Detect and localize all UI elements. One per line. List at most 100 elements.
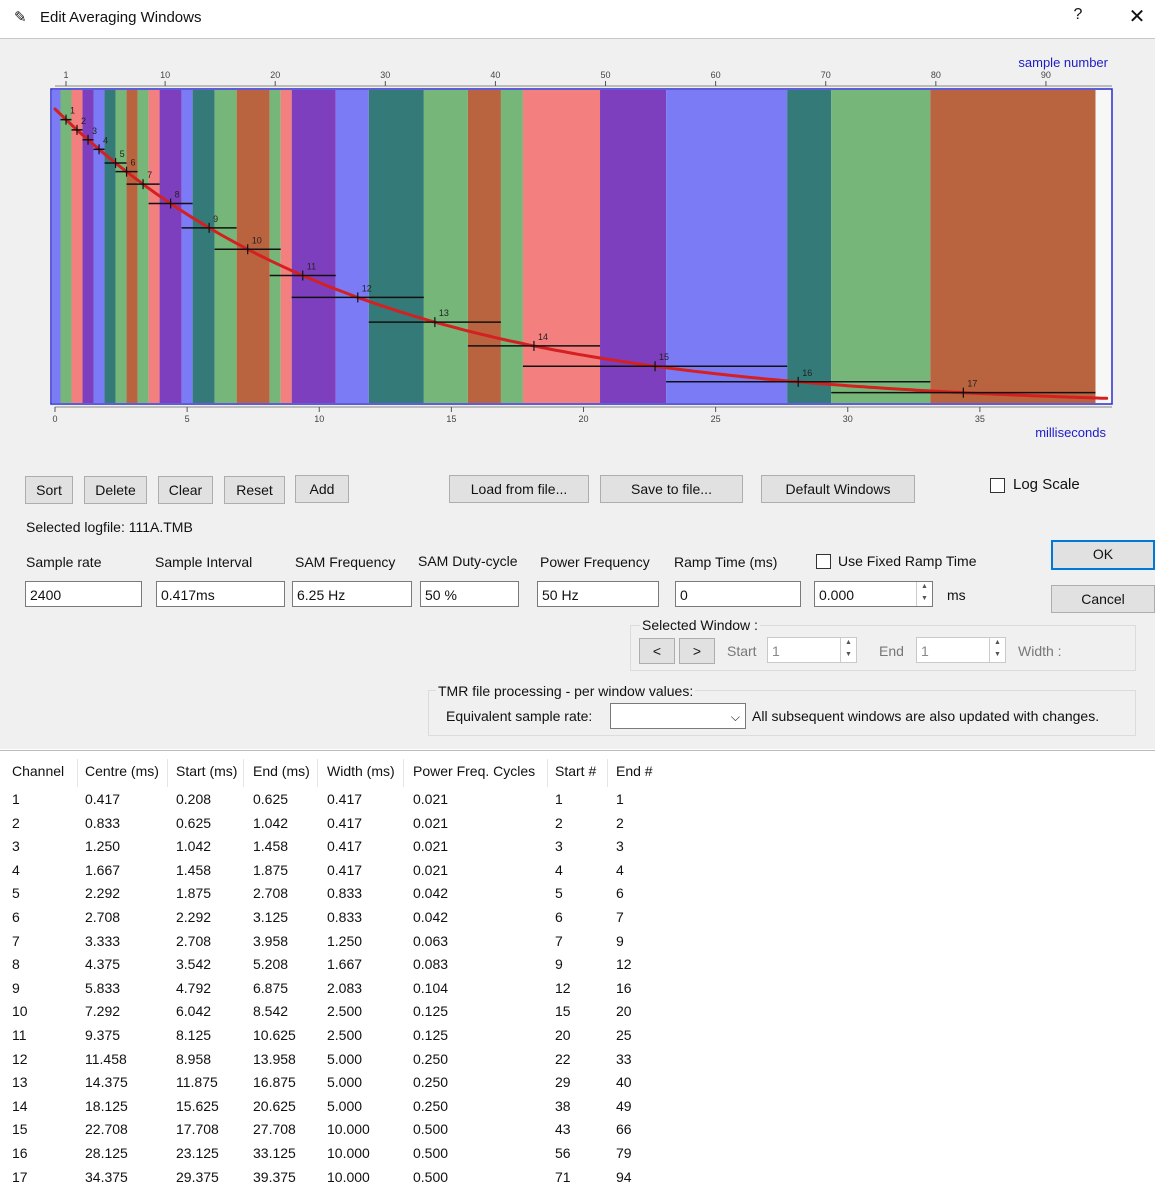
table-cell: 11.875: [176, 1074, 218, 1091]
tmr-label: TMR file processing - per window values:: [436, 683, 696, 699]
equivalent-sample-rate-select[interactable]: ⌵: [610, 703, 746, 729]
fixed-ramp-unit: ms: [947, 587, 966, 603]
sample-interval-field[interactable]: 0.417ms: [156, 581, 285, 607]
sort-button[interactable]: Sort: [25, 476, 73, 504]
window-label: 6: [131, 158, 136, 168]
table-cell: 0.250: [413, 1074, 449, 1091]
cancel-button[interactable]: Cancel: [1051, 585, 1155, 613]
window-band: [192, 90, 215, 403]
table-cell: 13: [12, 1074, 28, 1091]
table-row[interactable]: 10 7.292 6.042 8.542 2.500 0.125 15 20: [0, 1001, 1155, 1025]
sam-frequency-field[interactable]: 6.25 Hz: [292, 581, 412, 607]
spin-arrows-icon[interactable]: ▲ ▼: [916, 582, 932, 606]
window-label: 3: [92, 126, 97, 136]
power-frequency-field[interactable]: 50 Hz: [537, 581, 659, 607]
prev-window-button[interactable]: <: [639, 638, 675, 664]
column-divider[interactable]: [403, 759, 404, 787]
column-header[interactable]: Centre (ms): [85, 763, 159, 779]
log-scale-checkbox[interactable]: [990, 478, 1005, 493]
window-end-value: 1: [921, 643, 929, 659]
delete-button[interactable]: Delete: [84, 476, 147, 504]
column-divider[interactable]: [317, 759, 318, 787]
sam-frequency-label: SAM Frequency: [295, 554, 396, 570]
fixed-ramp-label: Use Fixed Ramp Time: [838, 553, 977, 569]
window-band: [787, 90, 832, 403]
column-divider[interactable]: [243, 759, 244, 787]
bottom-tick-label: 35: [975, 414, 985, 424]
save-to-file-button[interactable]: Save to file...: [600, 475, 743, 503]
fixed-ramp-checkbox[interactable]: [816, 554, 831, 569]
help-button[interactable]: ?: [1068, 6, 1088, 24]
column-header[interactable]: Start #: [555, 763, 596, 779]
table-row[interactable]: 5 2.292 1.875 2.708 0.833 0.042 5 6: [0, 883, 1155, 907]
table-row[interactable]: 15 22.708 17.708 27.708 10.000 0.500 43 66: [0, 1119, 1155, 1143]
bottom-tick-label: 30: [843, 414, 853, 424]
table-cell: 22.708: [85, 1121, 128, 1138]
table-cell: 4.792: [176, 979, 212, 996]
table-cell: 1.667: [85, 861, 121, 878]
spin-arrows-icon[interactable]: ▲ ▼: [989, 638, 1005, 662]
table-row[interactable]: 11 9.375 8.125 10.625 2.500 0.125 20 25: [0, 1025, 1155, 1049]
table-cell: 7.292: [85, 1003, 121, 1020]
table-row[interactable]: 9 5.833 4.792 6.875 2.083 0.104 12 16: [0, 978, 1155, 1002]
load-from-file-button[interactable]: Load from file...: [449, 475, 589, 503]
spin-arrows-icon[interactable]: ▲ ▼: [840, 638, 856, 662]
window-band: [280, 90, 292, 403]
bottom-tick-label: 20: [578, 414, 588, 424]
table-row[interactable]: 13 14.375 11.875 16.875 5.000 0.250 29 40: [0, 1072, 1155, 1096]
window-band: [467, 90, 501, 403]
table-row[interactable]: 7 3.333 2.708 3.958 1.250 0.063 7 9: [0, 931, 1155, 955]
table-cell: 29.375: [176, 1168, 219, 1185]
table-row[interactable]: 14 18.125 15.625 20.625 5.000 0.250 38 49: [0, 1096, 1155, 1120]
column-divider[interactable]: [547, 759, 548, 787]
table-row[interactable]: 4 1.667 1.458 1.875 0.417 0.021 4 4: [0, 860, 1155, 884]
ok-button[interactable]: OK: [1051, 540, 1155, 570]
table-row[interactable]: 1 0.417 0.208 0.625 0.417 0.021 1 1: [0, 789, 1155, 813]
column-header[interactable]: Width (ms): [327, 763, 395, 779]
window-band: [423, 90, 468, 403]
table-row[interactable]: 12 11.458 8.958 13.958 5.000 0.250 22 33: [0, 1049, 1155, 1073]
ramp-time-field[interactable]: 0: [675, 581, 801, 607]
column-header[interactable]: Power Freq. Cycles: [413, 763, 535, 779]
clear-button[interactable]: Clear: [158, 476, 213, 504]
column-header[interactable]: End #: [616, 763, 653, 779]
table-cell: 0.250: [413, 1097, 449, 1114]
top-tick-label: 1: [64, 70, 69, 80]
close-button[interactable]: ✕: [1126, 4, 1148, 29]
table-row[interactable]: 2 0.833 0.625 1.042 0.417 0.021 2 2: [0, 813, 1155, 837]
table-cell: 6: [555, 909, 563, 925]
table-cell: 5: [12, 885, 20, 902]
reset-button[interactable]: Reset: [224, 476, 285, 504]
channels-table[interactable]: Channel Centre (ms) Start (ms) End (ms) Widt…: [0, 750, 1155, 1187]
table-row[interactable]: 3 1.250 1.042 1.458 0.417 0.021 3 3: [0, 836, 1155, 860]
table-row[interactable]: 8 4.375 3.542 5.208 1.667 0.083 9 12: [0, 954, 1155, 978]
column-header[interactable]: Channel: [12, 763, 64, 779]
next-window-button[interactable]: >: [679, 638, 715, 664]
table-cell: 5.000: [327, 1097, 363, 1114]
default-windows-button[interactable]: Default Windows: [761, 475, 915, 503]
table-row[interactable]: 16 28.125 23.125 33.125 10.000 0.500 56 79: [0, 1143, 1155, 1167]
table-row[interactable]: 6 2.708 2.292 3.125 0.833 0.042 6 7: [0, 907, 1155, 931]
sample-rate-field[interactable]: 2400: [25, 581, 142, 607]
window-start-field[interactable]: 1 ▲ ▼: [767, 637, 857, 663]
sam-duty-field[interactable]: 50 %: [420, 581, 519, 607]
table-cell: 22: [555, 1050, 571, 1067]
app-icon: ✎: [14, 9, 27, 26]
table-cell: 1.042: [176, 838, 212, 855]
column-header[interactable]: End (ms): [253, 763, 310, 779]
table-cell: 14.375: [85, 1074, 128, 1091]
add-button[interactable]: Add: [295, 475, 349, 503]
window-start-value: 1: [772, 643, 780, 659]
column-divider[interactable]: [167, 759, 168, 787]
table-cell: 2.500: [327, 1027, 363, 1043]
window-end-field[interactable]: 1 ▲ ▼: [916, 637, 1006, 663]
window-band: [181, 90, 193, 403]
table-row[interactable]: 17 34.375 29.375 39.375 10.000 0.500 71 94: [0, 1167, 1155, 1191]
column-header[interactable]: Start (ms): [176, 763, 237, 779]
table-cell: 10.000: [327, 1145, 370, 1161]
fixed-ramp-field[interactable]: 0.000 ▲ ▼: [814, 581, 933, 607]
column-divider[interactable]: [607, 759, 608, 787]
table-cell: 79: [616, 1145, 632, 1161]
averaging-windows-chart[interactable]: 1234567891011121314151617 1 10 20 30 40 50 60 7…: [0, 39, 1155, 449]
column-divider[interactable]: [77, 759, 78, 787]
